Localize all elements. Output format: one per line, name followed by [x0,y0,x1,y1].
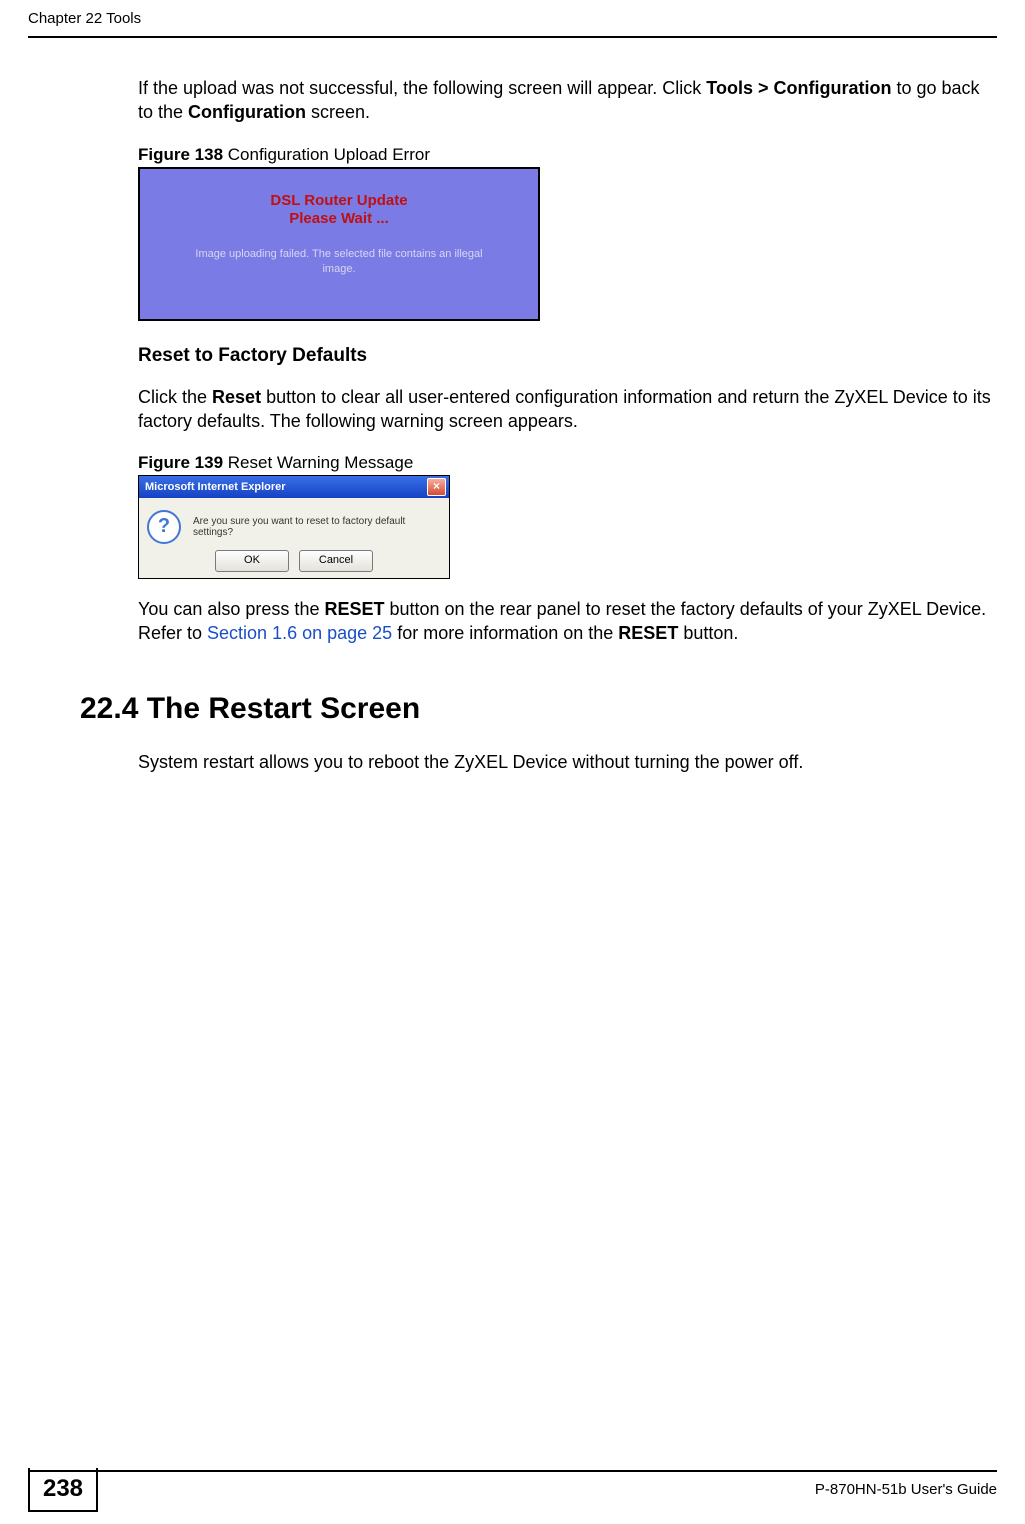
figure-title: Reset Warning Message [223,453,413,472]
section-22-4-heading: 22.4 The Restart Screen [80,692,997,726]
footer-guide-name: P-870HN-51b User's Guide [815,1481,997,1498]
text: button to clear all user-entered configu… [138,387,991,431]
text: Click the [138,387,212,407]
chapter-header: Chapter 22 Tools [28,10,141,27]
footer-rule [28,1470,997,1472]
figure-number: Figure 139 [138,453,223,472]
ok-button[interactable]: OK [215,550,289,572]
text-bold: Reset [212,387,261,407]
question-icon: ? [147,510,181,544]
header-rule [28,36,997,38]
figure-139-dialog: Microsoft Internet Explorer × ? Are you … [138,475,450,579]
text: You can also press the [138,599,324,619]
dialog-message: Are you sure you want to reset to factor… [193,516,439,538]
after-fig139-paragraph: You can also press the RESET button on t… [138,597,997,646]
dialog-titlebar: Microsoft Internet Explorer × [139,476,449,498]
update-wait-title: DSL Router Update Please Wait ... [145,174,533,230]
page-number: 238 [28,1468,98,1512]
text: for more information on the [392,623,618,643]
text-bold: Configuration [188,102,306,122]
text: Please Wait ... [289,210,389,227]
dialog-title: Microsoft Internet Explorer [145,481,286,493]
text: button. [678,623,738,643]
intro-paragraph: If the upload was not successful, the fo… [138,76,997,125]
text-bold: RESET [324,599,384,619]
text-bold: RESET [618,623,678,643]
figure-number: Figure 138 [138,145,223,164]
text: screen. [306,102,370,122]
upload-failed-message: Image uploading failed. The selected fil… [145,229,533,277]
reset-paragraph: Click the Reset button to clear all user… [138,385,997,434]
figure-138-caption: Figure 138 Configuration Upload Error [138,145,997,165]
close-icon[interactable]: × [427,478,446,496]
cancel-button[interactable]: Cancel [299,550,373,572]
text: DSL Router Update [270,192,407,209]
figure-title: Configuration Upload Error [223,145,430,164]
text: If the upload was not successful, the fo… [138,78,706,98]
cross-reference-link[interactable]: Section 1.6 on page 25 [207,623,392,643]
text-bold: Tools > Configuration [706,78,891,98]
figure-139-caption: Figure 139 Reset Warning Message [138,453,997,473]
restart-paragraph: System restart allows you to reboot the … [138,750,997,774]
reset-heading: Reset to Factory Defaults [138,345,997,367]
figure-138-image: DSL Router Update Please Wait ... Image … [138,167,540,321]
